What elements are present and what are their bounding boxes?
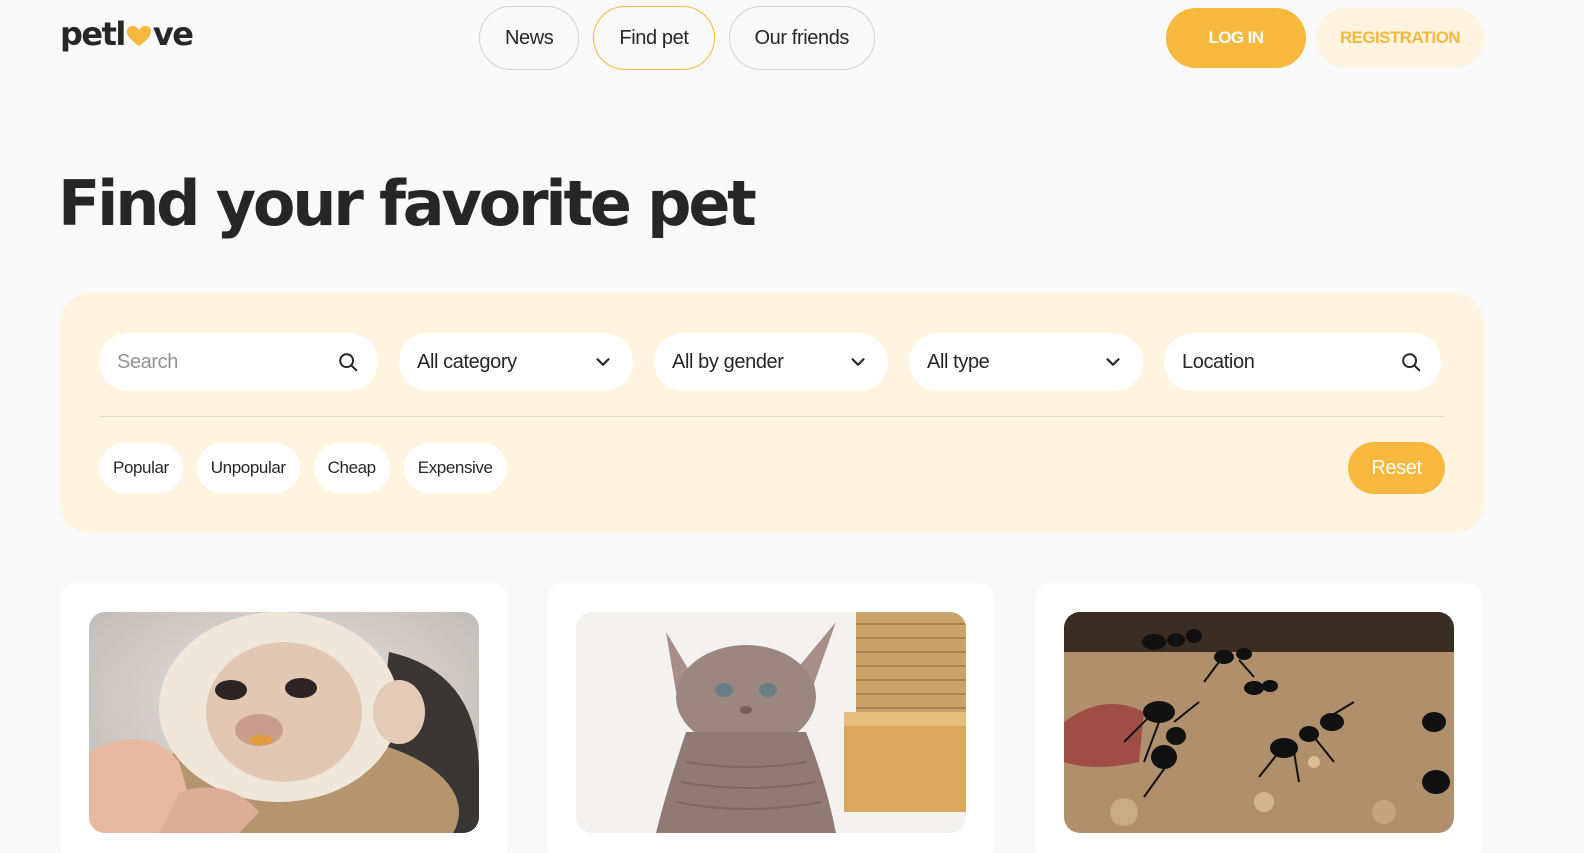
black-ants-photo [1064, 612, 1454, 833]
search-placeholder: Search [117, 350, 178, 373]
capuchin-monkey-photo [89, 612, 479, 833]
chevron-down-icon [846, 350, 870, 374]
registration-button[interactable]: REGISTRATION [1316, 8, 1484, 68]
heart-icon [126, 25, 152, 47]
logo[interactable]: petl ve [60, 15, 194, 53]
login-button[interactable]: LOG IN [1166, 8, 1306, 68]
category-select[interactable]: All category [399, 333, 633, 391]
filters-panel: Search All category All by gender All ty… [60, 293, 1484, 533]
main-nav: News Find pet Our friends [479, 6, 876, 70]
search-input[interactable]: Search [99, 333, 378, 391]
notice-card [60, 583, 508, 853]
chevron-down-icon [591, 350, 615, 374]
notice-card [1035, 583, 1483, 853]
gender-value: All by gender [672, 350, 784, 373]
nav-news[interactable]: News [479, 6, 580, 70]
page-title: Find your favorite pet [58, 167, 757, 240]
type-value: All type [927, 350, 990, 373]
logo-text-prefix: petl [60, 15, 126, 53]
sort-unpopular[interactable]: Unpopular [196, 443, 300, 493]
nav-our-friends[interactable]: Our friends [728, 6, 876, 70]
category-value: All category [417, 350, 517, 373]
sort-options: Popular Unpopular Cheap Expensive [99, 443, 507, 493]
nav-find-pet[interactable]: Find pet [593, 6, 715, 70]
notice-card [547, 583, 995, 853]
sort-expensive[interactable]: Expensive [403, 443, 507, 493]
sort-cheap[interactable]: Cheap [313, 443, 390, 493]
auth-buttons: LOG IN REGISTRATION [1166, 8, 1484, 68]
search-icon[interactable] [336, 350, 360, 374]
location-input[interactable]: Location [1164, 333, 1441, 391]
type-select[interactable]: All type [909, 333, 1143, 391]
sort-popular[interactable]: Popular [99, 443, 183, 493]
search-icon[interactable] [1399, 350, 1423, 374]
find-pet-page: petl ve News Find pet Our friends LOG IN… [0, 0, 1584, 853]
sphynx-kitten-photo [576, 612, 966, 833]
gender-select[interactable]: All by gender [654, 333, 888, 391]
logo-text-suffix: ve [152, 15, 194, 53]
location-value: Location [1182, 350, 1255, 373]
filters-divider [99, 416, 1445, 417]
chevron-down-icon [1101, 350, 1125, 374]
reset-button[interactable]: Reset [1348, 442, 1445, 494]
